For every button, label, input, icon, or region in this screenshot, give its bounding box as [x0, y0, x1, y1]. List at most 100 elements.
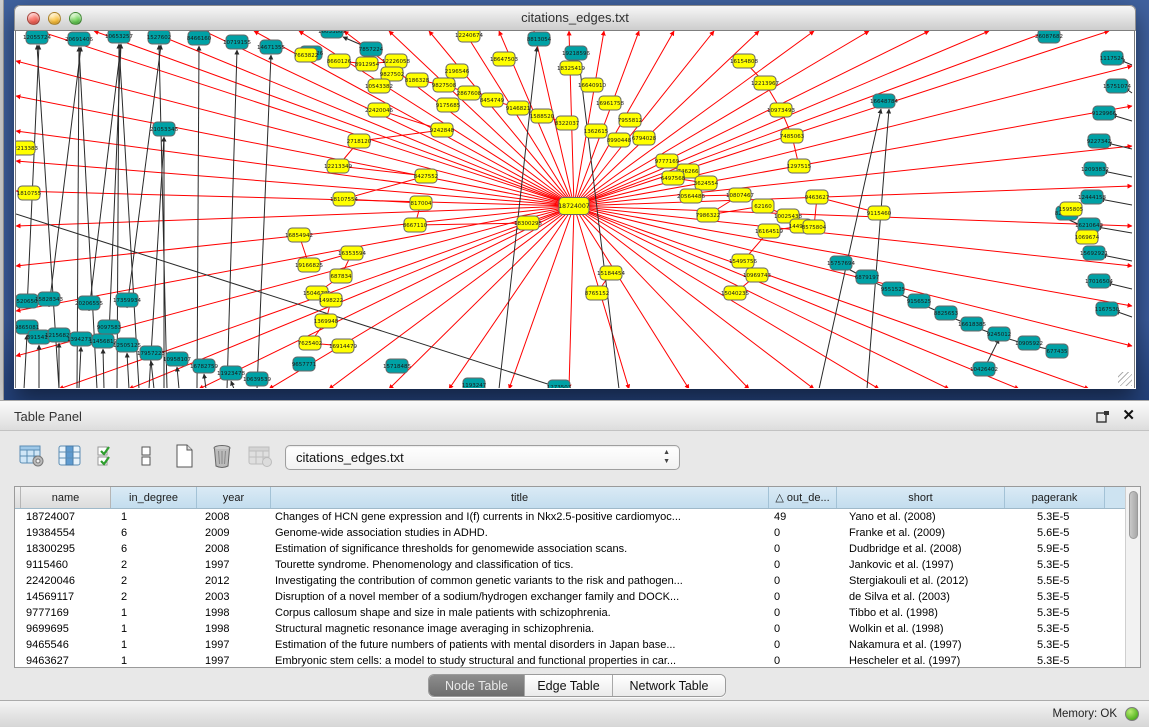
graph-node-label: 1362615	[584, 129, 609, 135]
table-cell: 0	[769, 573, 837, 589]
table-row[interactable]: 969969511998Structural magnetic resonanc…	[15, 621, 1140, 637]
table-cell: 2008	[197, 541, 271, 557]
table-cell: 18724007	[21, 509, 111, 525]
table-row[interactable]: 946362711997Embryonic stem cells: a mode…	[15, 653, 1140, 669]
float-panel-icon[interactable]	[1096, 410, 1110, 423]
column-header-short[interactable]: short	[837, 487, 1005, 508]
graph-edge	[177, 367, 179, 388]
window-resize-grip[interactable]	[1118, 372, 1132, 386]
new-document-icon[interactable]	[170, 442, 198, 470]
graph-node-label: 62160	[754, 204, 772, 210]
select-columns-icon[interactable]	[56, 442, 84, 470]
minimize-window-button[interactable]	[48, 12, 61, 25]
delete-table-disabled-icon[interactable]	[246, 442, 274, 470]
graph-edge	[16, 191, 574, 206]
graph-node-label: 19166825	[295, 263, 323, 269]
graph-node-label: 10905922	[1015, 341, 1043, 347]
rows-icon[interactable]	[132, 442, 160, 470]
table-vertical-scrollbar[interactable]	[1125, 487, 1140, 667]
table-cell: 5.9E-5	[1005, 541, 1105, 557]
column-header-year[interactable]: year	[197, 487, 271, 508]
table-cell: 6	[111, 541, 197, 557]
graph-edge	[574, 66, 1132, 206]
graph-node-label: 8912954	[355, 62, 380, 68]
table-cell: 1	[111, 509, 197, 525]
graph-node-label: 677435	[1047, 349, 1068, 355]
graph-node-label: 16353594	[338, 251, 366, 257]
table-cell: 0	[769, 621, 837, 637]
select-all-check-icon[interactable]	[94, 442, 122, 470]
table-cell: 19384554	[21, 525, 111, 541]
graph-edge	[449, 206, 574, 388]
table-cell: 0	[769, 525, 837, 541]
table-cell: Wolkin et al. (1998)	[837, 621, 1005, 637]
column-header-pagerank[interactable]: pagerank	[1005, 487, 1105, 508]
table-settings-icon[interactable]	[18, 442, 46, 470]
graph-node-label: 16640910	[578, 83, 606, 89]
graph-node-label: 15495756	[729, 259, 757, 265]
graph-node-label: 8466160	[187, 36, 212, 42]
graph-node-label: 12240674	[455, 33, 483, 39]
graph-node-label: 9242848	[430, 128, 455, 134]
graph-node-label: 16782759	[190, 364, 218, 370]
graph-edge	[819, 109, 881, 388]
table-cell: Yano et al. (2008)	[837, 509, 1005, 525]
status-bar: Memory: OK	[0, 700, 1149, 727]
graph-node-label: 16854942	[285, 233, 313, 239]
close-window-button[interactable]	[27, 12, 40, 25]
table-cell: 1	[111, 621, 197, 637]
network-table-select-value: citations_edges.txt	[296, 450, 404, 465]
graph-edge	[16, 96, 574, 206]
graph-node-label: 10807467	[726, 193, 754, 199]
graph-edge	[159, 45, 167, 388]
graph-node-label: 10719155	[223, 40, 251, 46]
column-header-title[interactable]: title	[271, 487, 769, 508]
table-cell: 9777169	[21, 605, 111, 621]
table-row[interactable]: 1938455462009Genome-wide association stu…	[15, 525, 1140, 541]
graph-node-label: 12213349	[324, 164, 352, 170]
network-view-window[interactable]: citations_edges.txt 12055724206914061065…	[14, 5, 1136, 389]
tab-network-table[interactable]: Network Table	[613, 675, 725, 696]
table-cell: 2003	[197, 589, 271, 605]
network-table-select[interactable]: citations_edges.txt ▲▼	[285, 445, 680, 470]
graph-edge	[389, 206, 574, 388]
table-cell: 0	[769, 637, 837, 653]
column-header-in_degree[interactable]: in_degree	[111, 487, 197, 508]
table-row[interactable]: 1872400712008Changes of HCN gene express…	[15, 509, 1140, 525]
scrollbar-thumb[interactable]	[1129, 491, 1138, 539]
table-cell: Structural magnetic resonance image aver…	[271, 621, 769, 637]
table-toolbar: f(x) citations_edges.txt ▲▼	[0, 440, 1149, 480]
close-panel-icon[interactable]: ✕	[1122, 408, 1135, 424]
graph-node-label: 6497568	[661, 176, 686, 182]
table-cell: 0	[769, 557, 837, 573]
table-cell: 0	[769, 541, 837, 557]
graph-node-label: 2718120	[347, 139, 372, 145]
table-row[interactable]: 1456911722003Disruption of a novel membe…	[15, 589, 1140, 605]
graph-node-label: 9245012	[987, 332, 1012, 338]
table-cell: 2012	[197, 573, 271, 589]
table-row[interactable]: 977716911998Corpus callosum shape and si…	[15, 605, 1140, 621]
table-row[interactable]: 946554611997Estimation of the future num…	[15, 637, 1140, 653]
graph-node-label: 7663822	[294, 53, 319, 59]
table-cell: 5.3E-5	[1005, 637, 1105, 653]
column-header-name[interactable]: name	[21, 487, 111, 508]
combo-stepper-icon[interactable]: ▲▼	[663, 449, 670, 466]
table-cell: 1997	[197, 557, 271, 573]
table-row[interactable]: 911546021997Tourette syndrome. Phenomeno…	[15, 557, 1140, 573]
table-row[interactable]: 1830029562008Estimation of significance …	[15, 541, 1140, 557]
column-header-out_de[interactable]: △ out_de...	[769, 487, 837, 508]
window-titlebar[interactable]: citations_edges.txt	[14, 5, 1136, 31]
graph-node-label: 18325419	[557, 66, 585, 72]
delete-trash-icon[interactable]	[208, 442, 236, 470]
zoom-window-button[interactable]	[69, 12, 82, 25]
graph-node-label: 9146821	[506, 106, 531, 112]
graph-edge	[415, 223, 528, 225]
tab-node-table[interactable]: Node Table	[429, 675, 525, 696]
table-cell: Tourette syndrome. Phenomenology and cla…	[271, 557, 769, 573]
table-row[interactable]: 2242004622012Investigating the contribut…	[15, 573, 1140, 589]
table-cell: 1998	[197, 621, 271, 637]
tab-edge-table[interactable]: Edge Table	[525, 675, 613, 696]
graph-node-label: 12055724	[23, 35, 51, 41]
graph-node-label: 10639539	[243, 377, 271, 383]
network-canvas[interactable]: 1205572420691406106532571527602846616010…	[15, 31, 1135, 388]
